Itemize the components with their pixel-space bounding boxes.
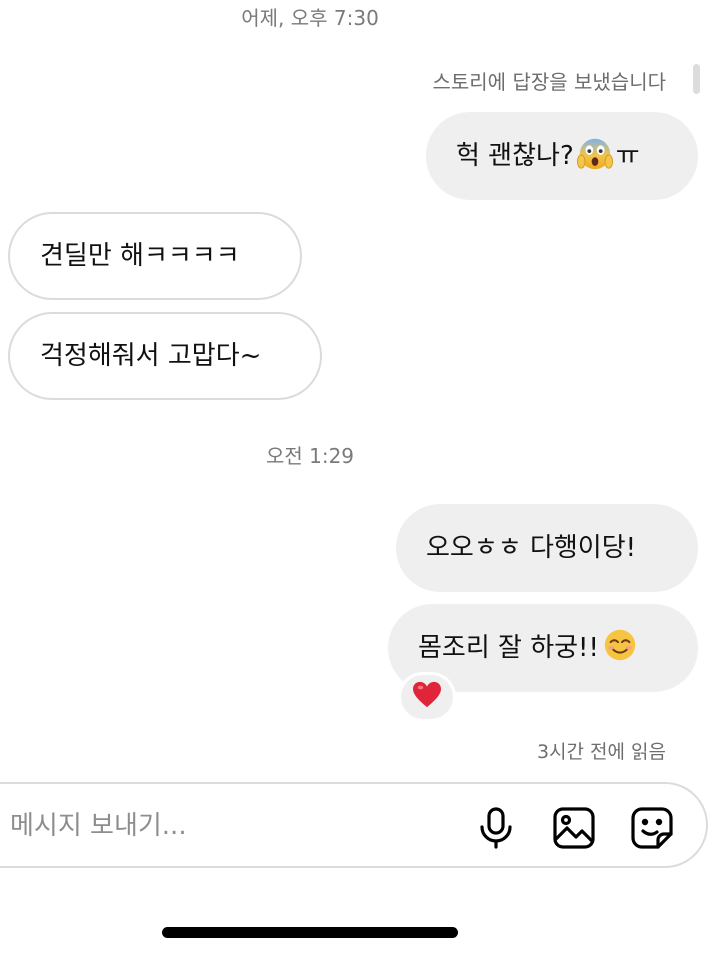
timestamp-yesterday: 어제, 오후 7:30: [241, 6, 379, 30]
story-reply-note: 스토리에 답장을 보냈습니다: [432, 70, 666, 94]
message-input[interactable]: [10, 806, 390, 846]
message-bubble-outgoing[interactable]: 헉 괜찮나? ㅠ: [426, 112, 698, 200]
message-text: 몸조리 잘 하궁!!: [418, 633, 599, 663]
message-text: 걱정해줘서 고맙다~: [40, 341, 262, 371]
message-text: 헉 괜찮나?: [456, 141, 574, 171]
smiling-face-emoji-icon: [601, 626, 639, 671]
message-bubble-incoming[interactable]: 걱정해줘서 고맙다~: [8, 312, 322, 400]
message-suffix-text: ㅠ: [615, 141, 640, 171]
message-bubble-incoming[interactable]: 견딜만 해ㅋㅋㅋㅋ: [8, 212, 302, 300]
message-composer: [0, 782, 708, 868]
heart-reaction[interactable]: [398, 672, 456, 722]
home-indicator: [162, 927, 458, 938]
timestamp-today: 오전 1:29: [265, 444, 355, 468]
chat-screen: 어제, 오후 7:30 스토리에 답장을 보냈습니다 헉 괜찮나? ㅠ 견딜만 …: [0, 0, 724, 954]
scream-face-emoji-icon: [576, 134, 614, 179]
read-status: 3시간 전에 읽음: [536, 741, 666, 763]
message-text: 오오ㅎㅎ 다행이당!: [426, 533, 637, 563]
message-text: 견딜만 해ㅋㅋㅋㅋ: [40, 241, 240, 271]
microphone-icon[interactable]: [472, 804, 520, 852]
message-bubble-outgoing[interactable]: 오오ㅎㅎ 다행이당!: [396, 504, 698, 592]
scrollbar-thumb[interactable]: [693, 64, 700, 94]
photo-icon[interactable]: [550, 804, 598, 852]
sticker-icon[interactable]: [628, 804, 676, 852]
red-heart-icon: [412, 681, 442, 713]
